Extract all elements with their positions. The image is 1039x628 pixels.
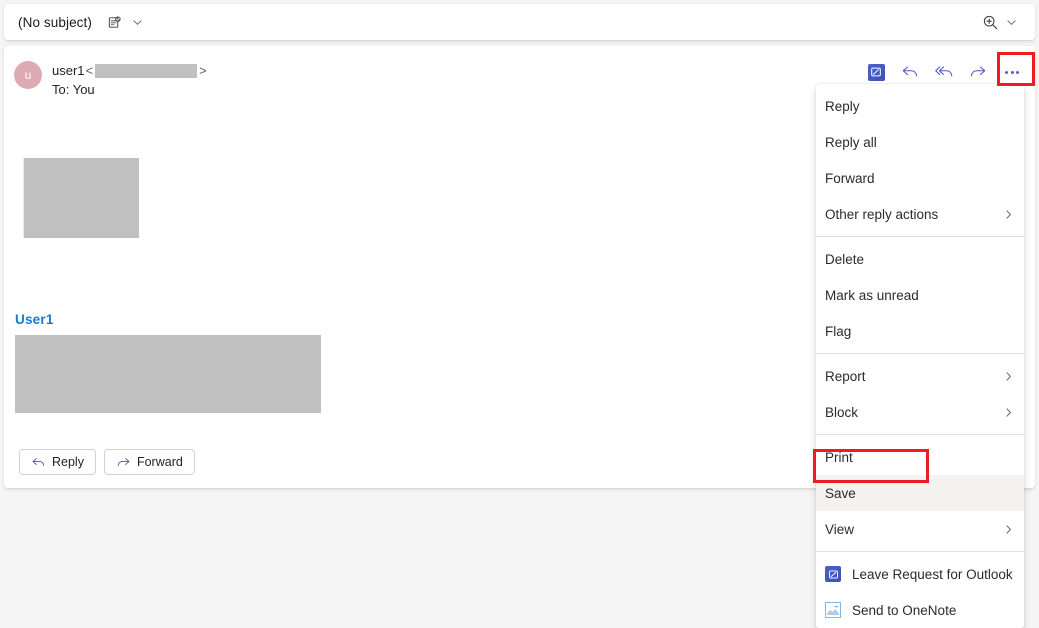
redacted-image-block: [23, 158, 139, 238]
menu-item-label: Delete: [825, 251, 865, 267]
forward-action-label: Forward: [136, 455, 183, 469]
menu-item-mark-as-unread[interactable]: Mark as unread: [816, 277, 1024, 313]
zoom-control[interactable]: [982, 14, 1017, 31]
page-title: (No subject): [18, 14, 92, 30]
menu-item-report[interactable]: Report: [816, 358, 1024, 394]
menu-item-label: Other reply actions: [825, 206, 939, 222]
chevron-right-icon: [1002, 406, 1014, 418]
message-toolbar: [861, 58, 1027, 86]
forward-action-button[interactable]: Forward: [103, 449, 195, 475]
chevron-right-icon: [1002, 208, 1014, 220]
reply-all-icon: [934, 64, 954, 80]
menu-item-flag[interactable]: Flag: [816, 313, 1024, 349]
forward-button[interactable]: [963, 58, 993, 86]
zoom-chevron-down-icon[interactable]: [1006, 17, 1017, 28]
menu-item-label: Leave Request for Outlook: [852, 566, 1013, 582]
chevron-right-icon: [1002, 523, 1014, 535]
sender-name[interactable]: user1: [52, 62, 85, 79]
menu-item-label: Mark as unread: [825, 287, 919, 303]
menu-item-label: Forward: [825, 170, 875, 186]
menu-item-label: Send to OneNote: [852, 602, 957, 618]
zoom-in-icon[interactable]: [982, 14, 999, 31]
chevron-right-icon: [1002, 370, 1014, 382]
menu-item-label: View: [825, 521, 855, 537]
reply-action-button[interactable]: Reply: [19, 449, 96, 475]
reply-icon: [901, 64, 919, 80]
email-open-bracket: <: [85, 63, 94, 78]
menu-separator: [816, 353, 1024, 354]
chevron-down-icon[interactable]: [131, 15, 145, 29]
menu-item-label: Report: [825, 368, 866, 384]
sender-text-block: user1 < > To: You: [52, 61, 208, 98]
menu-separator: [816, 236, 1024, 237]
forward-icon: [969, 64, 987, 80]
reply-icon: [31, 456, 46, 469]
menu-item-leave-request-for-outlook[interactable]: Leave Request for Outlook: [816, 556, 1024, 592]
signature-name: User1: [15, 312, 54, 327]
onenote-icon: [825, 602, 841, 618]
sender-line: user1 < >: [52, 62, 208, 79]
sender-info: u user1 < > To: You: [14, 61, 208, 98]
menu-separator: [816, 551, 1024, 552]
menu-item-label: Reply all: [825, 134, 877, 150]
leave-request-addin-icon: [867, 63, 885, 81]
recipient-line: To: You: [52, 82, 95, 97]
menu-item-label: Print: [825, 449, 853, 465]
subject-header-bar: (No subject): [4, 4, 1035, 40]
menu-item-print[interactable]: Print: [816, 439, 1024, 475]
avatar[interactable]: u: [14, 61, 42, 89]
menu-separator: [816, 434, 1024, 435]
reply-all-button[interactable]: [929, 58, 959, 86]
menu-item-forward[interactable]: Forward: [816, 160, 1024, 196]
more-options-icon: [1005, 70, 1019, 74]
menu-item-block[interactable]: Block: [816, 394, 1024, 430]
message-badge-icon[interactable]: [106, 13, 124, 31]
email-close-bracket: >: [199, 63, 207, 78]
leave-request-addin-button[interactable]: [861, 58, 891, 86]
redacted-signature-block: [15, 335, 321, 413]
more-options-button[interactable]: [997, 58, 1027, 86]
reply-button[interactable]: [895, 58, 925, 86]
more-options-context-menu: Reply Reply all Forward Other reply actions…: [816, 84, 1024, 628]
menu-item-label: Save: [825, 485, 856, 501]
menu-item-delete[interactable]: Delete: [816, 241, 1024, 277]
reply-action-label: Reply: [52, 455, 84, 469]
message-action-bar: Reply Forward: [19, 449, 195, 475]
redacted-email-address: [95, 63, 198, 78]
menu-item-label: Block: [825, 404, 859, 420]
menu-item-label: Flag: [825, 323, 852, 339]
menu-item-save[interactable]: Save: [816, 475, 1024, 511]
forward-icon: [116, 456, 131, 469]
menu-item-reply-all[interactable]: Reply all: [816, 124, 1024, 160]
leave-request-addin-icon: [825, 566, 841, 582]
menu-item-label: Reply: [825, 98, 860, 114]
menu-item-view[interactable]: View: [816, 511, 1024, 547]
menu-item-send-to-onenote[interactable]: Send to OneNote: [816, 592, 1024, 628]
menu-item-reply[interactable]: Reply: [816, 88, 1024, 124]
menu-item-other-reply-actions[interactable]: Other reply actions: [816, 196, 1024, 232]
